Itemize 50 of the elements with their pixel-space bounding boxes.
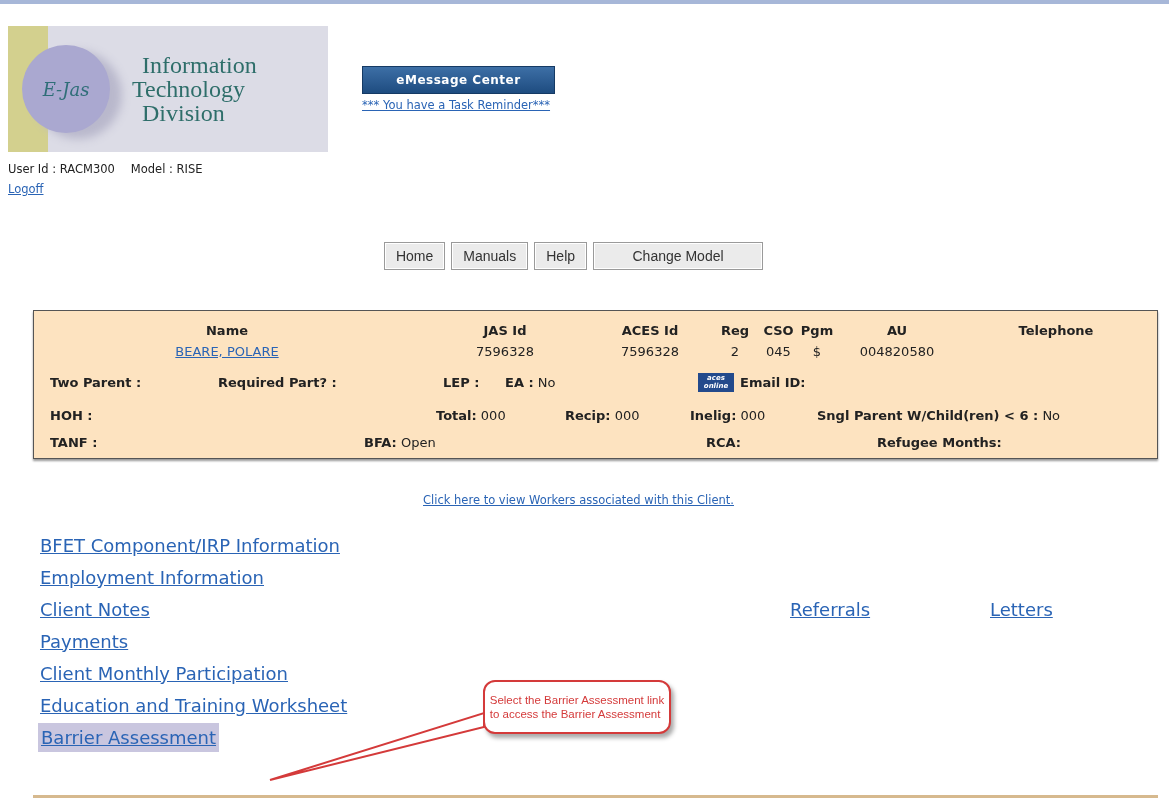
column-value: 045 <box>766 344 791 359</box>
column-heading: Name <box>205 322 249 340</box>
menu-link[interactable]: Referrals <box>788 596 873 622</box>
field-label: Total: 000 <box>436 408 506 423</box>
column-value: 2 <box>730 344 740 359</box>
field-label: LEP : <box>443 375 480 390</box>
field-label: Email ID: <box>740 375 806 390</box>
column-value: 004820580 <box>859 344 935 359</box>
column-heading: CSO <box>762 322 795 340</box>
menu-link[interactable]: Employment Information <box>38 564 266 590</box>
model-text: Model : RISE <box>130 162 203 176</box>
field-label: Sngl Parent W/Child(ren) < 6 : No <box>817 408 1061 423</box>
nav-button[interactable]: Help <box>534 242 588 270</box>
column-heading: JAS Id <box>481 322 528 340</box>
workers-link[interactable]: Click here to view Workers associated with this Client. <box>423 493 734 507</box>
column-heading: Reg <box>719 322 751 340</box>
task-reminder-link[interactable]: *** You have a Task Reminder*** <box>362 98 551 112</box>
menu-link[interactable]: Barrier Assessment <box>38 722 220 752</box>
menu-link[interactable]: Education and Training Worksheet <box>38 692 350 718</box>
logoff-link[interactable]: Logoff <box>8 182 44 196</box>
column-value: $ <box>812 344 822 359</box>
callout-note: Select the Barrier Assessment link to access the Barrier Assessment <box>483 680 671 734</box>
menu-link[interactable]: Payments <box>38 628 131 654</box>
column-heading: AU <box>885 322 909 340</box>
menu-link[interactable]: Client Notes <box>38 596 152 622</box>
message-center-button[interactable]: eMessage Center <box>362 66 555 94</box>
field-label: HOH : <box>50 408 93 423</box>
client-name-link[interactable]: BEARE, POLARE <box>175 344 279 359</box>
field-label: Inelig: 000 <box>690 408 766 423</box>
field-label: Required Part? : <box>218 375 337 390</box>
field-label: TANF : <box>50 435 98 450</box>
nav-button[interactable]: Change Model <box>593 242 764 270</box>
field-label: EA : No <box>505 375 556 390</box>
field-label: BFA: Open <box>364 435 436 450</box>
menu-link[interactable]: Letters <box>988 596 1055 622</box>
field-label: Refugee Months: <box>877 435 1002 450</box>
menu-link[interactable]: BFET Component/IRP Information <box>38 532 342 558</box>
column-value: 7596328 <box>476 344 534 359</box>
column-heading: Telephone <box>1017 322 1095 340</box>
division-logo: E-Jas Information Technology Division <box>8 26 328 152</box>
nav-button[interactable]: Manuals <box>451 242 529 270</box>
column-value: 7596328 <box>621 344 679 359</box>
field-label: Recip: 000 <box>565 408 640 423</box>
menu-link[interactable]: Client Monthly Participation <box>38 660 290 686</box>
nav-button[interactable]: Home <box>383 242 446 270</box>
user-id-text: User Id : RACM300 <box>8 162 115 176</box>
column-heading: Pgm <box>799 322 835 340</box>
field-label: RCA: <box>706 435 742 450</box>
column-heading: ACES Id <box>620 322 680 340</box>
field-label: Two Parent : <box>50 375 142 390</box>
